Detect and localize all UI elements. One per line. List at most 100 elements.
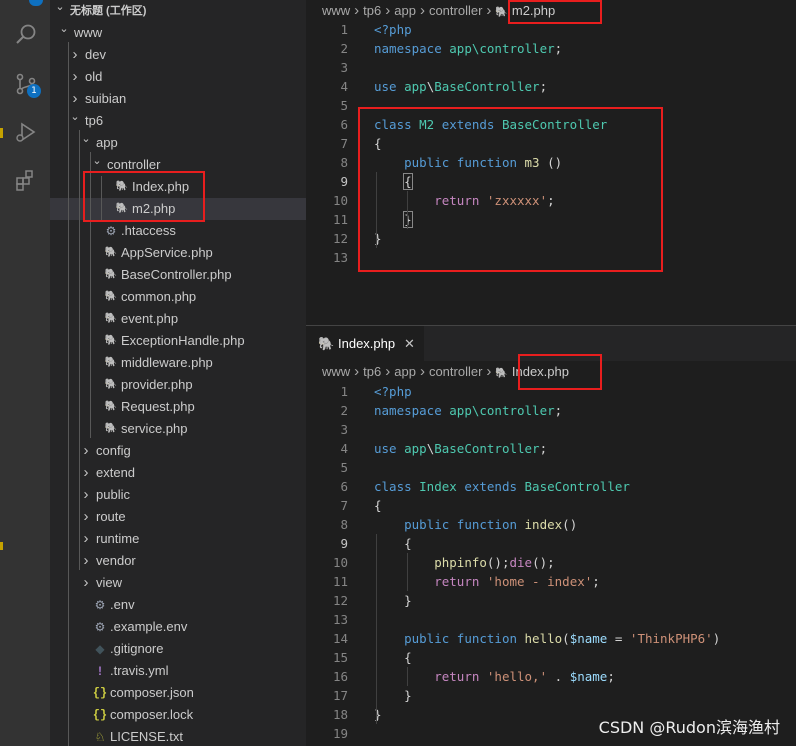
code-text: phpinfo();die(); (374, 553, 554, 572)
folder-config[interactable]: › config (50, 440, 306, 462)
folder-old[interactable]: › old (50, 66, 306, 88)
line-number: 13 (332, 250, 348, 265)
file-appservice-php[interactable]: 🐘 AppService.php (50, 242, 306, 264)
code-token: namespace (374, 41, 450, 56)
code-line[interactable]: 13 (306, 610, 796, 629)
code-line[interactable]: 16 return 'hello,' . $name; (306, 667, 796, 686)
indent-guide (407, 667, 408, 686)
code-line[interactable]: 6 class Index extends BaseController (306, 477, 796, 496)
code-line[interactable]: 17 } (306, 686, 796, 705)
code-line[interactable]: 4 use app\BaseController; (306, 439, 796, 458)
folder-view[interactable]: › view (50, 572, 306, 594)
code-line[interactable]: 10 phpinfo();die(); (306, 553, 796, 572)
indent-guide (376, 534, 377, 724)
indent-guide (68, 42, 69, 746)
folder-vendor[interactable]: › vendor (50, 550, 306, 572)
tree-item-label: route (96, 509, 126, 524)
file-composer-json[interactable]: {} composer.json (50, 682, 306, 704)
code-text: use app\BaseController; (374, 77, 547, 96)
annotation-box-class-code (358, 107, 663, 272)
folder-runtime[interactable]: › runtime (50, 528, 306, 550)
folder-suibian[interactable]: › suibian (50, 88, 306, 110)
tree-item-label: composer.json (110, 685, 194, 700)
tree-item-label: Request.php (121, 399, 195, 414)
extensions-icon[interactable] (14, 168, 38, 192)
file-travis-yml[interactable]: ! .travis.yml (50, 660, 306, 682)
file-example-env[interactable]: ⚙ .example.env (50, 616, 306, 638)
file-composer-lock[interactable]: {} composer.lock (50, 704, 306, 726)
file-event-php[interactable]: 🐘 event.php (50, 308, 306, 330)
run-debug-icon[interactable] (14, 120, 38, 144)
folder-www[interactable]: ⌄ www (50, 22, 306, 44)
tab-index-php[interactable]: 🐘 Index.php ✕ (306, 326, 424, 361)
folder-extend[interactable]: › extend (50, 462, 306, 484)
code-text: use app\BaseController; (374, 439, 547, 458)
code-token: 'ThinkPHP6' (629, 631, 713, 646)
line-number: 9 (340, 536, 348, 551)
code-token: ( (562, 631, 570, 646)
breadcrumb-item[interactable]: app (394, 361, 416, 383)
tree-item-label: runtime (96, 531, 140, 546)
code-line[interactable]: 11 return 'home - index'; (306, 572, 796, 591)
breadcrumb-item[interactable]: app (394, 0, 416, 22)
tree-item-label: view (96, 575, 123, 590)
file-provider-php[interactable]: 🐘 provider.php (50, 374, 306, 396)
file-request-php[interactable]: 🐘 Request.php (50, 396, 306, 418)
chevron-right-icon: › (83, 530, 89, 547)
php-elephant-icon: 🐘 (104, 379, 118, 390)
json-braces-icon: {} (92, 708, 108, 722)
code-line[interactable]: 15 { (306, 648, 796, 667)
folder-route[interactable]: › route (50, 506, 306, 528)
php-elephant-icon: 🐘 (104, 313, 118, 324)
code-token: class (374, 479, 420, 494)
folder-public[interactable]: › public (50, 484, 306, 506)
edge-marks (0, 120, 4, 560)
file-htaccess[interactable]: ⚙ .htaccess (50, 220, 306, 242)
tree-item-label: composer.lock (110, 707, 194, 722)
php-elephant-icon: 🐘 (104, 423, 118, 434)
file-gitignore[interactable]: ◆ .gitignore (50, 638, 306, 660)
breadcrumb-item[interactable]: controller (429, 0, 482, 22)
workspace-title: 无标题 (工作区) (70, 5, 147, 17)
file-service-php[interactable]: 🐘 service.php (50, 418, 306, 440)
code-text: class Index extends BaseController (374, 477, 630, 496)
file-middleware-php[interactable]: 🐘 middleware.php (50, 352, 306, 374)
folder-dev[interactable]: › dev (50, 44, 306, 66)
code-text: { (374, 496, 382, 515)
code-line[interactable]: 7{ (306, 496, 796, 515)
code-line[interactable]: 3 (306, 420, 796, 439)
exclamation-icon: ! (98, 664, 102, 678)
file-license-txt[interactable]: ♘ LICENSE.txt (50, 726, 306, 746)
close-icon[interactable]: ✕ (404, 326, 415, 361)
code-line[interactable]: 12 } (306, 591, 796, 610)
breadcrumb-item[interactable]: www (322, 0, 350, 22)
code-line[interactable]: 9 { (306, 534, 796, 553)
file-common-php[interactable]: 🐘 common.php (50, 286, 306, 308)
line-number: 8 (340, 517, 348, 532)
code-line[interactable]: 2 namespace app\controller; (306, 401, 796, 420)
file-basecontroller-php[interactable]: 🐘 BaseController.php (50, 264, 306, 286)
file-exceptionhandle-php[interactable]: 🐘 ExceptionHandle.php (50, 330, 306, 352)
file-env[interactable]: ⚙ .env (50, 594, 306, 616)
code-token: <?php (374, 384, 412, 399)
chevron-right-icon: › (385, 363, 391, 380)
code-text: public function hello($name = 'ThinkPHP6… (374, 629, 720, 648)
breadcrumb-item[interactable]: tp6 (363, 0, 381, 22)
code-line[interactable]: 3 (306, 58, 796, 77)
tree-item-label: .gitignore (110, 641, 164, 656)
code-token: hello (524, 631, 563, 646)
code-token: die (509, 555, 533, 570)
code-line[interactable]: 5 (306, 458, 796, 477)
code-line[interactable]: 8 public function index() (306, 515, 796, 534)
chevron-right-icon: › (83, 486, 89, 503)
folder-app[interactable]: ⌄ app (50, 132, 306, 154)
workspace-header[interactable]: ⌄ 无标题 (工作区) (50, 0, 306, 22)
code-token: Index (419, 479, 465, 494)
code-line[interactable]: 14 public function hello($name = 'ThinkP… (306, 629, 796, 648)
search-icon[interactable] (14, 22, 38, 46)
breadcrumb-item[interactable]: tp6 (363, 361, 381, 383)
code-line[interactable]: 4 use app\BaseController; (306, 77, 796, 96)
breadcrumb-item[interactable]: www (322, 361, 350, 383)
code-line[interactable]: 2 namespace app\controller; (306, 39, 796, 58)
breadcrumb-item[interactable]: controller (429, 361, 482, 383)
